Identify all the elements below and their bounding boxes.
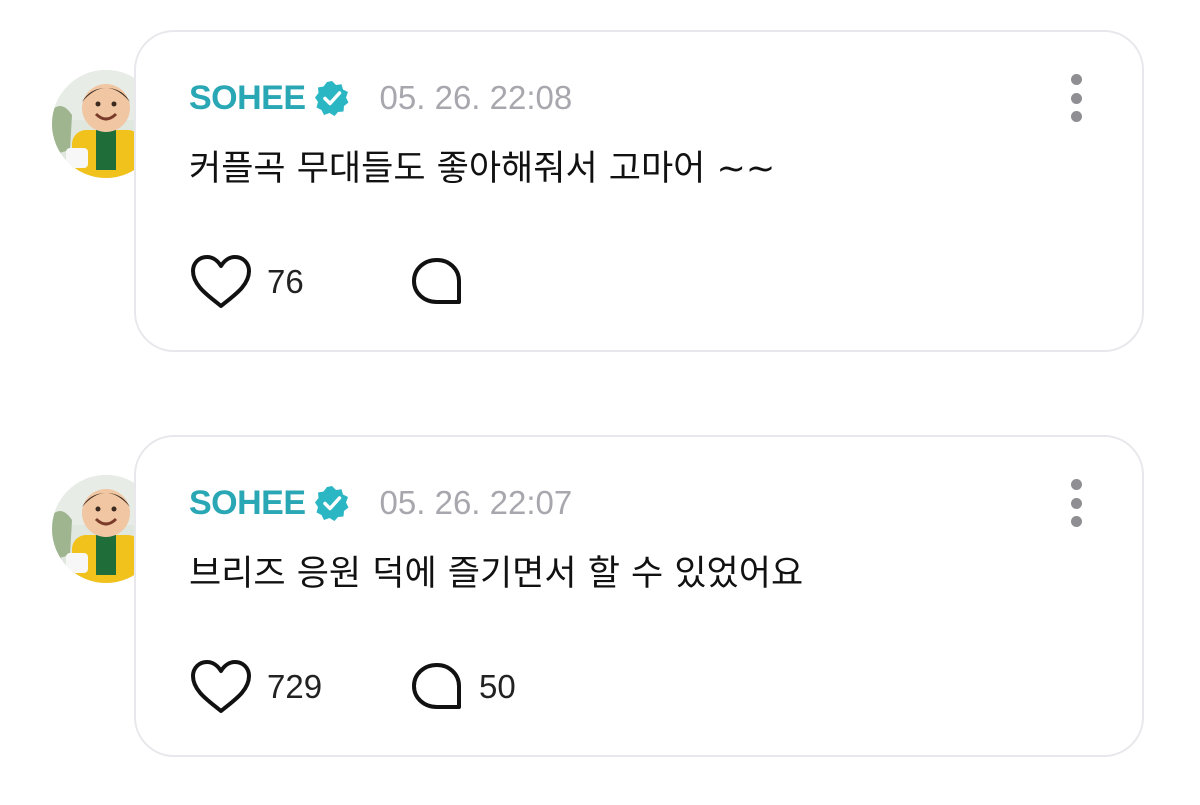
post-timestamp: 05. 26. 22:07 <box>379 484 573 521</box>
verified-badge-icon <box>314 81 349 116</box>
author-name[interactable]: SOHEE <box>189 79 306 118</box>
comment-button[interactable]: 50 <box>409 661 516 713</box>
like-count: 729 <box>267 668 323 705</box>
like-button[interactable]: 729 <box>189 659 409 715</box>
post-2: SOHEE 05. 26. 22:07 브리즈 응원 덕에 즐기면서 할 수 있… <box>0 435 1200 765</box>
post-actions: 76 <box>189 252 479 312</box>
post-header: SOHEE 05. 26. 22:07 <box>189 481 572 525</box>
menu-dot <box>1070 479 1082 490</box>
menu-dot <box>1070 516 1082 527</box>
menu-dot <box>1070 111 1082 122</box>
menu-dot <box>1070 74 1082 85</box>
post-card: SOHEE 05. 26. 22:07 브리즈 응원 덕에 즐기면서 할 수 있… <box>134 435 1144 757</box>
author-name[interactable]: SOHEE <box>189 484 306 523</box>
menu-dot <box>1070 92 1082 104</box>
post-text: 커플곡 무대들도 좋아해줘서 고마어 ~~ <box>189 149 776 189</box>
post-1: SOHEE 05. 26. 22:08 커플곡 무대들도 좋아해줘서 고마어 ~… <box>0 30 1200 360</box>
like-button[interactable]: 76 <box>189 254 409 310</box>
post-text: 브리즈 응원 덕에 즐기면서 할 수 있었어요 <box>189 554 804 594</box>
verified-badge-icon <box>314 486 349 521</box>
like-count: 76 <box>267 263 304 300</box>
more-vertical-icon[interactable] <box>1064 479 1088 527</box>
post-timestamp: 05. 26. 22:08 <box>379 79 573 116</box>
post-card: SOHEE 05. 26. 22:08 커플곡 무대들도 좋아해줘서 고마어 ~… <box>134 30 1144 352</box>
comment-count: 50 <box>479 668 516 705</box>
more-vertical-icon[interactable] <box>1064 74 1088 122</box>
heart-outline-icon <box>191 255 251 308</box>
post-actions: 729 50 <box>189 657 516 717</box>
menu-dot <box>1070 497 1082 509</box>
post-header: SOHEE 05. 26. 22:08 <box>189 76 572 120</box>
speech-bubble-icon <box>412 663 461 709</box>
comment-button[interactable] <box>409 256 479 308</box>
heart-outline-icon <box>191 660 251 713</box>
speech-bubble-icon <box>412 258 461 304</box>
